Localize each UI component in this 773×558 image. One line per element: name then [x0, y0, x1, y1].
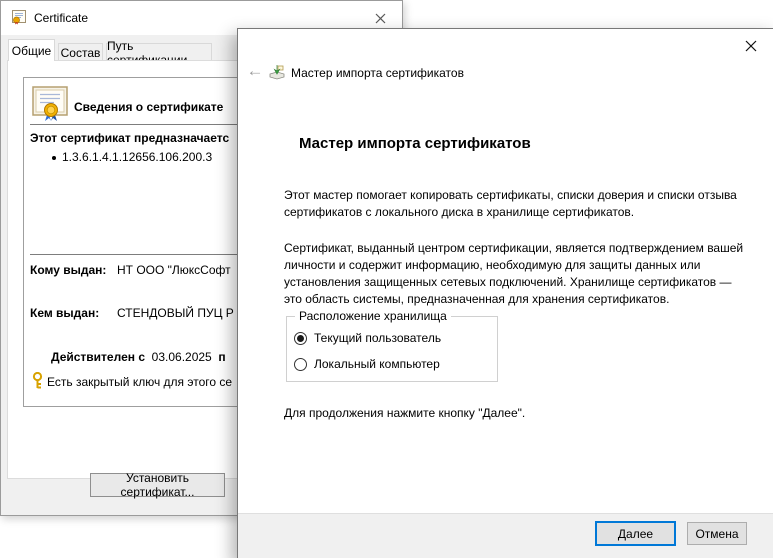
install-certificate-button[interactable]: Установить сертификат... [90, 473, 225, 497]
radio-local-machine-circle[interactable] [294, 358, 307, 371]
validity-line: Действителен с 03.06.2025 п [51, 350, 226, 364]
wizard-close-icon[interactable] [737, 34, 765, 58]
wizard-heading: Мастер импорта сертификатов [299, 135, 531, 152]
back-arrow-icon[interactable]: ← [246, 63, 264, 81]
certificate-info-header: Сведения о сертификате [74, 100, 223, 114]
wizard-intro-paragraph: Этот мастер помогает копировать сертифик… [284, 187, 752, 221]
tab-details[interactable]: Состав [58, 43, 103, 61]
desktop: Certificate Общие Состав Путь сертификац… [0, 0, 773, 558]
certificate-purpose-heading: Этот сертификат предназначаетс [30, 131, 229, 145]
wizard-footer: Далее Отмена [238, 513, 773, 558]
store-location-group-label: Расположение хранилища [295, 309, 451, 323]
bullet-icon [52, 156, 56, 160]
radio-local-machine-label: Локальный компьютер [314, 357, 440, 371]
tab-general-label: Общие [12, 44, 51, 58]
wizard-header-title: Мастер импорта сертификатов [291, 66, 464, 80]
tab-certification-path[interactable]: Путь сертификации [106, 43, 212, 61]
tab-general[interactable]: Общие [8, 39, 55, 61]
continue-hint: Для продолжения нажмите кнопку "Далее". [284, 406, 525, 420]
cancel-button[interactable]: Отмена [687, 522, 747, 545]
issued-to-label: Кому выдан: [30, 263, 106, 277]
radio-local-machine[interactable]: Локальный компьютер [294, 357, 440, 371]
certificate-purpose-item: 1.3.6.1.4.1.12656.106.200.3 [52, 150, 212, 164]
certificate-seal-icon [32, 86, 70, 125]
certificate-oid: 1.3.6.1.4.1.12656.106.200.3 [62, 150, 212, 164]
certificate-window-title: Certificate [34, 11, 88, 25]
key-icon [31, 372, 44, 392]
radio-current-user-label: Текущий пользователь [314, 331, 441, 345]
wizard-description-paragraph: Сертификат, выданный центром сертификаци… [284, 240, 752, 308]
issued-by-label: Кем выдан: [30, 306, 99, 320]
valid-from-date: 03.06.2025 [152, 350, 212, 364]
radio-current-user[interactable]: Текущий пользователь [294, 331, 441, 345]
valid-to-cut: п [218, 350, 225, 364]
issued-by-value: СТЕНДОВЫЙ ПУЦ Р [117, 306, 234, 320]
private-key-note: Есть закрытый ключ для этого се [47, 375, 232, 389]
certificate-import-icon [269, 64, 285, 83]
valid-label: Действителен с [51, 350, 145, 364]
radio-current-user-circle[interactable] [294, 332, 307, 345]
certificate-import-wizard-window: ← Мастер импорта сертификатов Мастер имп… [237, 28, 773, 558]
issued-to-value: НТ ООО "ЛюксСофт [117, 263, 231, 277]
next-button[interactable]: Далее [595, 521, 676, 546]
certificate-icon [11, 9, 27, 28]
tab-details-label: Состав [61, 46, 101, 60]
store-location-group: Расположение хранилища Текущий пользоват… [286, 316, 498, 382]
